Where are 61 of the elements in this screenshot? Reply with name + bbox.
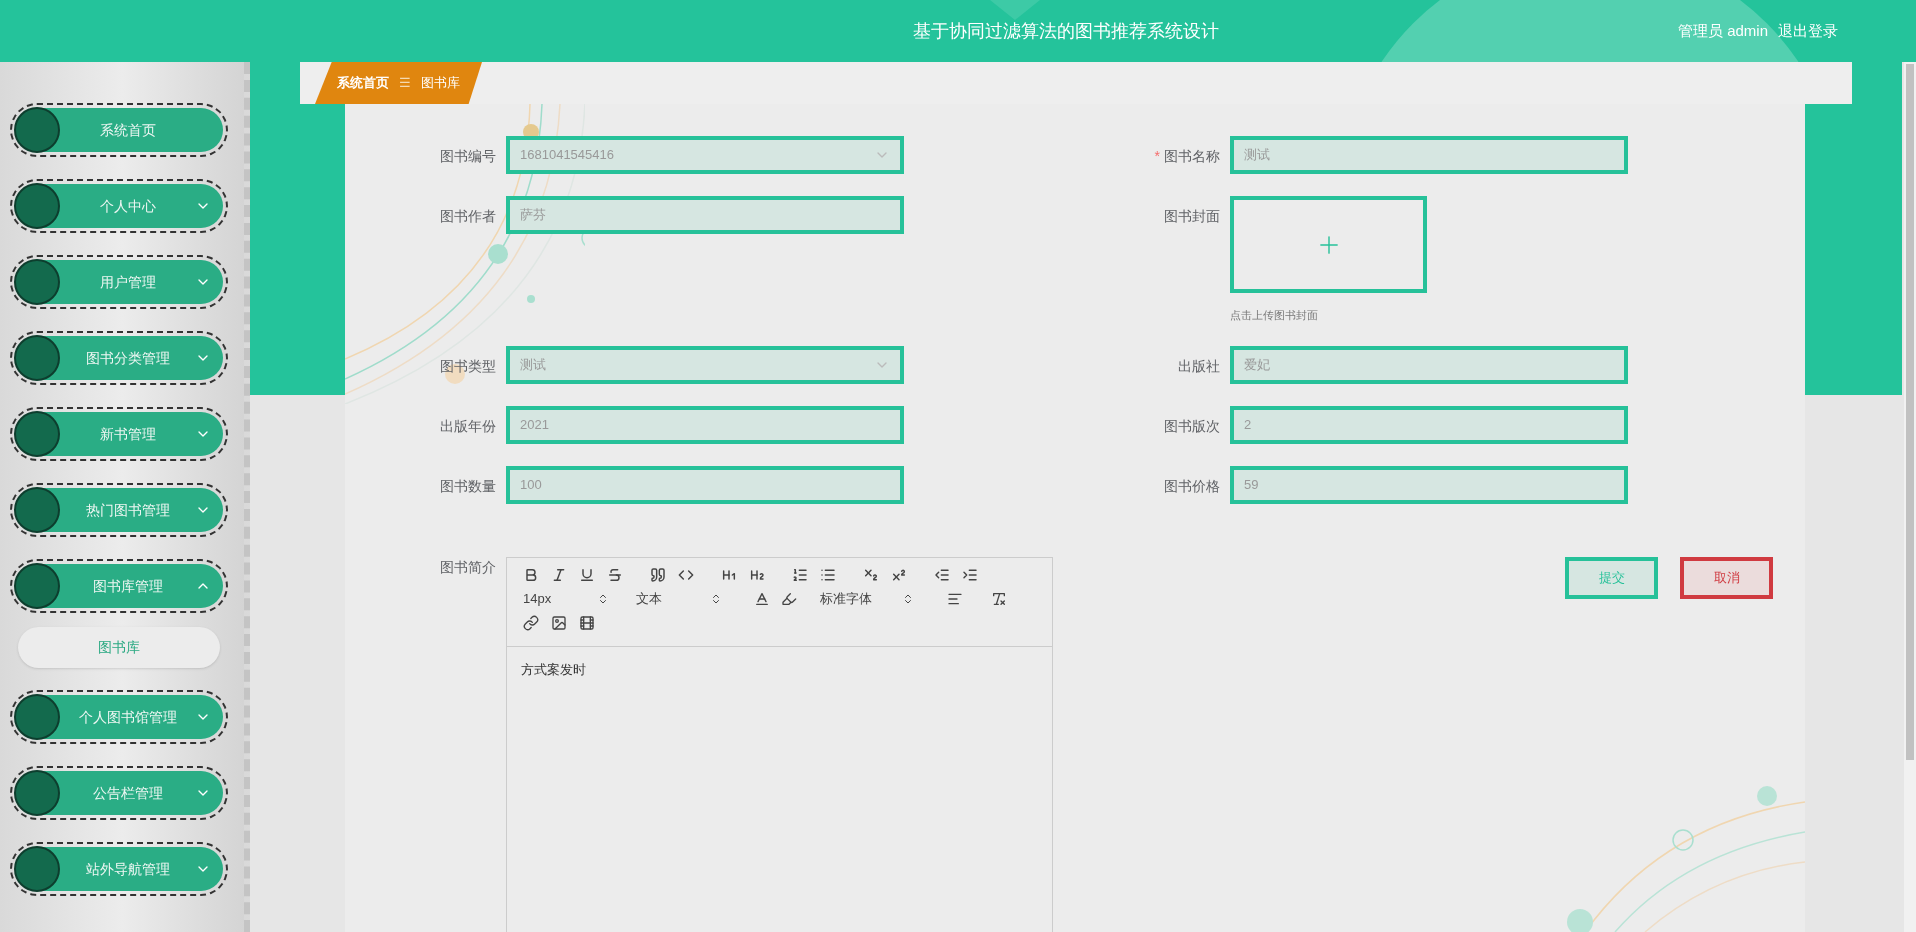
breadcrumb-separator: ☰ <box>399 74 411 93</box>
toolbar-select[interactable]: 标准字体 <box>820 588 914 609</box>
field-label: 图书类型 <box>440 356 496 376</box>
link-icon[interactable] <box>523 614 539 631</box>
underline-icon[interactable] <box>579 566 595 583</box>
field-label: 图书价格 <box>1164 476 1220 496</box>
field-label: 出版社 <box>1178 356 1220 376</box>
input-field[interactable]: 59 <box>1230 465 1628 504</box>
logout-link[interactable]: 退出登录 <box>1778 19 1838 43</box>
input-field[interactable]: 2 <box>1230 405 1628 444</box>
field-label: 图书数量 <box>440 476 496 496</box>
field-label: 图书作者 <box>440 207 496 226</box>
breadcrumb-link[interactable]: 图书库 <box>421 73 460 93</box>
font-color-icon[interactable] <box>754 590 770 607</box>
cancel-button[interactable]: 取消 <box>1680 556 1773 599</box>
menu-item[interactable]: 图书库管理 <box>10 559 228 613</box>
field-label: 图书简介 <box>440 557 496 577</box>
breadcrumb-link[interactable]: 系统首页 <box>337 73 389 93</box>
bold-icon[interactable] <box>523 566 539 583</box>
app-title: 基于协同过滤算法的图书推荐系统设计 <box>913 19 1219 43</box>
menu-item[interactable]: 个人图书馆管理 <box>10 690 228 744</box>
up-down-chevron-icon <box>597 592 609 605</box>
ordered-list-icon[interactable] <box>792 566 808 583</box>
menu-item[interactable]: 系统首页 <box>10 103 228 157</box>
toolbar-select[interactable]: 文本 <box>636 588 722 609</box>
submenu-item[interactable]: 图书库 <box>18 627 220 668</box>
input-field[interactable]: 100 <box>506 465 904 504</box>
input-field[interactable]: 萨芬 <box>506 196 904 234</box>
field-label: 图书版次 <box>1164 416 1220 436</box>
toolbar-select[interactable]: 14px <box>523 588 609 609</box>
input-field[interactable]: 爱妃 <box>1230 345 1628 384</box>
up-down-chevron-icon <box>710 592 722 605</box>
menu-item[interactable]: 热门图书管理 <box>10 483 228 537</box>
menu-item[interactable]: 个人中心 <box>10 179 228 233</box>
input-field[interactable]: 2021 <box>506 405 904 444</box>
italic-icon[interactable] <box>551 566 567 583</box>
submit-button[interactable]: 提交 <box>1565 556 1658 599</box>
menu-item[interactable]: 图书分类管理 <box>10 331 228 385</box>
menu-item[interactable]: 新书管理 <box>10 407 228 461</box>
field-label: 出版年份 <box>440 416 496 436</box>
select-field[interactable]: 测试 <box>506 345 904 384</box>
field-label: 图书封面 <box>1164 207 1220 226</box>
rich-text-editor[interactable]: 14px 文本 标准字体 方式案发时 <box>506 556 1053 932</box>
input-field[interactable]: 测试 <box>1230 136 1628 174</box>
image-icon[interactable] <box>551 614 567 631</box>
menu-item[interactable]: 公告栏管理 <box>10 766 228 820</box>
field-label: 图书名称 <box>1164 147 1220 166</box>
menu-item[interactable]: 站外导航管理 <box>10 842 228 896</box>
user-name: 管理员 admin <box>1677 20 1768 41</box>
required-mark: * <box>1154 147 1160 166</box>
clear-format-icon[interactable] <box>991 590 1007 607</box>
editor-text: 方式案发时 <box>521 661 586 677</box>
highlight-icon[interactable] <box>781 590 797 607</box>
field-label: 图书编号 <box>440 147 496 166</box>
select-field[interactable]: 1681041545416 <box>506 136 904 174</box>
upload-hint: 点击上传图书封面 <box>1230 308 1319 323</box>
strikethrough-icon[interactable] <box>607 566 623 583</box>
up-down-chevron-icon <box>902 592 914 605</box>
quote-icon[interactable] <box>650 566 666 583</box>
menu-item[interactable]: 用户管理 <box>10 255 228 309</box>
video-icon[interactable] <box>579 614 595 631</box>
